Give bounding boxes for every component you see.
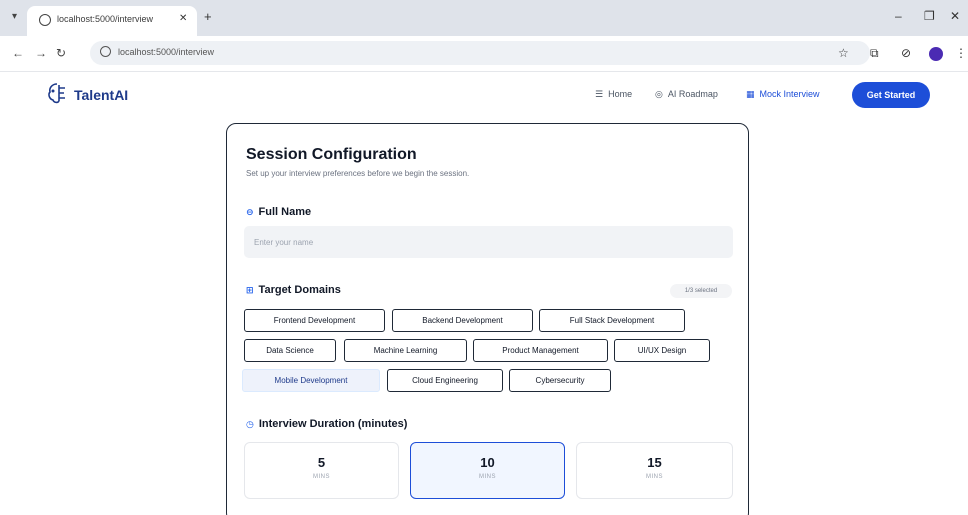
link-icon[interactable]: ⊘ <box>901 46 911 60</box>
duration-unit: MINS <box>479 474 496 480</box>
domain-chip-cybersecurity[interactable]: Cybersecurity <box>509 369 611 392</box>
bookmark-star-icon[interactable]: ☆ <box>838 46 849 60</box>
nav-mock-interview[interactable]: ▦ Mock Interview <box>746 89 820 100</box>
close-tab-icon[interactable]: ✕ <box>179 13 187 24</box>
full-name-label-text: Full Name <box>258 206 312 218</box>
duration-unit: MINS <box>313 474 330 480</box>
brain-logo-icon <box>48 83 65 104</box>
card-title: Session Configuration <box>246 146 417 163</box>
duration-option-5[interactable]: 5 MINS <box>244 442 399 499</box>
clock-icon: ◷ <box>246 419 254 429</box>
back-icon[interactable]: ← <box>12 46 24 60</box>
domain-chip-cloud-engineering[interactable]: Cloud Engineering <box>387 369 503 392</box>
list-icon: ☰ <box>595 89 604 99</box>
site-info-icon[interactable] <box>100 46 111 57</box>
reload-icon[interactable]: ↻ <box>56 46 66 60</box>
brand-name[interactable]: TalentAI <box>74 87 128 103</box>
extensions-icon[interactable]: ⧉ <box>870 46 879 61</box>
domain-chip-product-management[interactable]: Product Management <box>473 339 608 362</box>
card-subtitle: Set up your interview preferences before… <box>246 169 470 178</box>
restore-icon[interactable]: ❐ <box>924 9 935 23</box>
minimize-icon[interactable]: – <box>895 9 902 23</box>
browser-tab[interactable]: localhost:5000/interview ✕ <box>27 6 197 36</box>
nav-mock-interview-label: Mock Interview <box>759 89 820 99</box>
nav-home-label: Home <box>608 89 633 99</box>
target-domains-label-text: Target Domains <box>258 284 341 296</box>
close-window-icon[interactable]: ✕ <box>950 9 960 23</box>
full-name-input[interactable] <box>244 226 733 258</box>
nav-ai-roadmap[interactable]: ◎ AI Roadmap <box>655 89 718 100</box>
duration-option-15[interactable]: 15 MINS <box>576 442 733 499</box>
domain-chip-mobile-development[interactable]: Mobile Development <box>242 369 380 392</box>
nav-home[interactable]: ☰ Home <box>595 89 632 100</box>
book-icon: ⊞ <box>246 285 254 295</box>
duration-option-10[interactable]: 10 MINS <box>410 442 565 499</box>
session-configuration-card: Session Configuration Set up your interv… <box>226 123 749 515</box>
profile-avatar[interactable] <box>929 47 943 61</box>
full-name-label: ⊖ Full Name <box>246 206 311 218</box>
browser-tab-bar: ▾ localhost:5000/interview ✕ + – ❐ ✕ <box>0 0 968 36</box>
duration-unit: MINS <box>646 474 663 480</box>
tab-title: localhost:5000/interview <box>57 14 154 24</box>
domain-chip-data-science[interactable]: Data Science <box>244 339 336 362</box>
interview-duration-label: ◷ Interview Duration (minutes) <box>246 418 407 430</box>
address-bar[interactable]: localhost:5000/interview <box>90 41 870 65</box>
duration-value: 10 <box>480 455 495 470</box>
domain-chip-machine-learning[interactable]: Machine Learning <box>344 339 467 362</box>
globe-favicon-icon <box>39 14 51 26</box>
forward-icon[interactable]: → <box>35 46 47 60</box>
domain-chip-full-stack-development[interactable]: Full Stack Development <box>539 309 685 332</box>
new-tab-icon[interactable]: + <box>204 9 212 24</box>
browser-toolbar: ← → ↻ localhost:5000/interview ☆ ⧉ ⊘ ⋮ <box>0 36 968 72</box>
target-domains-label: ⊞ Target Domains <box>246 284 341 296</box>
domain-chip-ui-ux-design[interactable]: UI/UX Design <box>614 339 710 362</box>
nav-ai-roadmap-label: AI Roadmap <box>667 89 718 99</box>
domain-chip-frontend-development[interactable]: Frontend Development <box>244 309 385 332</box>
duration-value: 5 <box>317 455 326 470</box>
duration-value: 15 <box>647 455 662 470</box>
tab-search-chevron-icon[interactable]: ▾ <box>12 11 17 22</box>
domain-chip-backend-development[interactable]: Backend Development <box>392 309 533 332</box>
grid-icon: ▦ <box>746 89 755 99</box>
domains-selected-badge: 1/3 selected <box>670 284 732 298</box>
get-started-button[interactable]: Get Started <box>852 82 930 108</box>
url-text: localhost:5000/interview <box>118 47 215 57</box>
user-icon: ⊖ <box>246 207 254 217</box>
more-menu-icon[interactable]: ⋮ <box>955 46 967 60</box>
target-icon: ◎ <box>655 89 663 99</box>
interview-duration-label-text: Interview Duration (minutes) <box>258 418 408 430</box>
